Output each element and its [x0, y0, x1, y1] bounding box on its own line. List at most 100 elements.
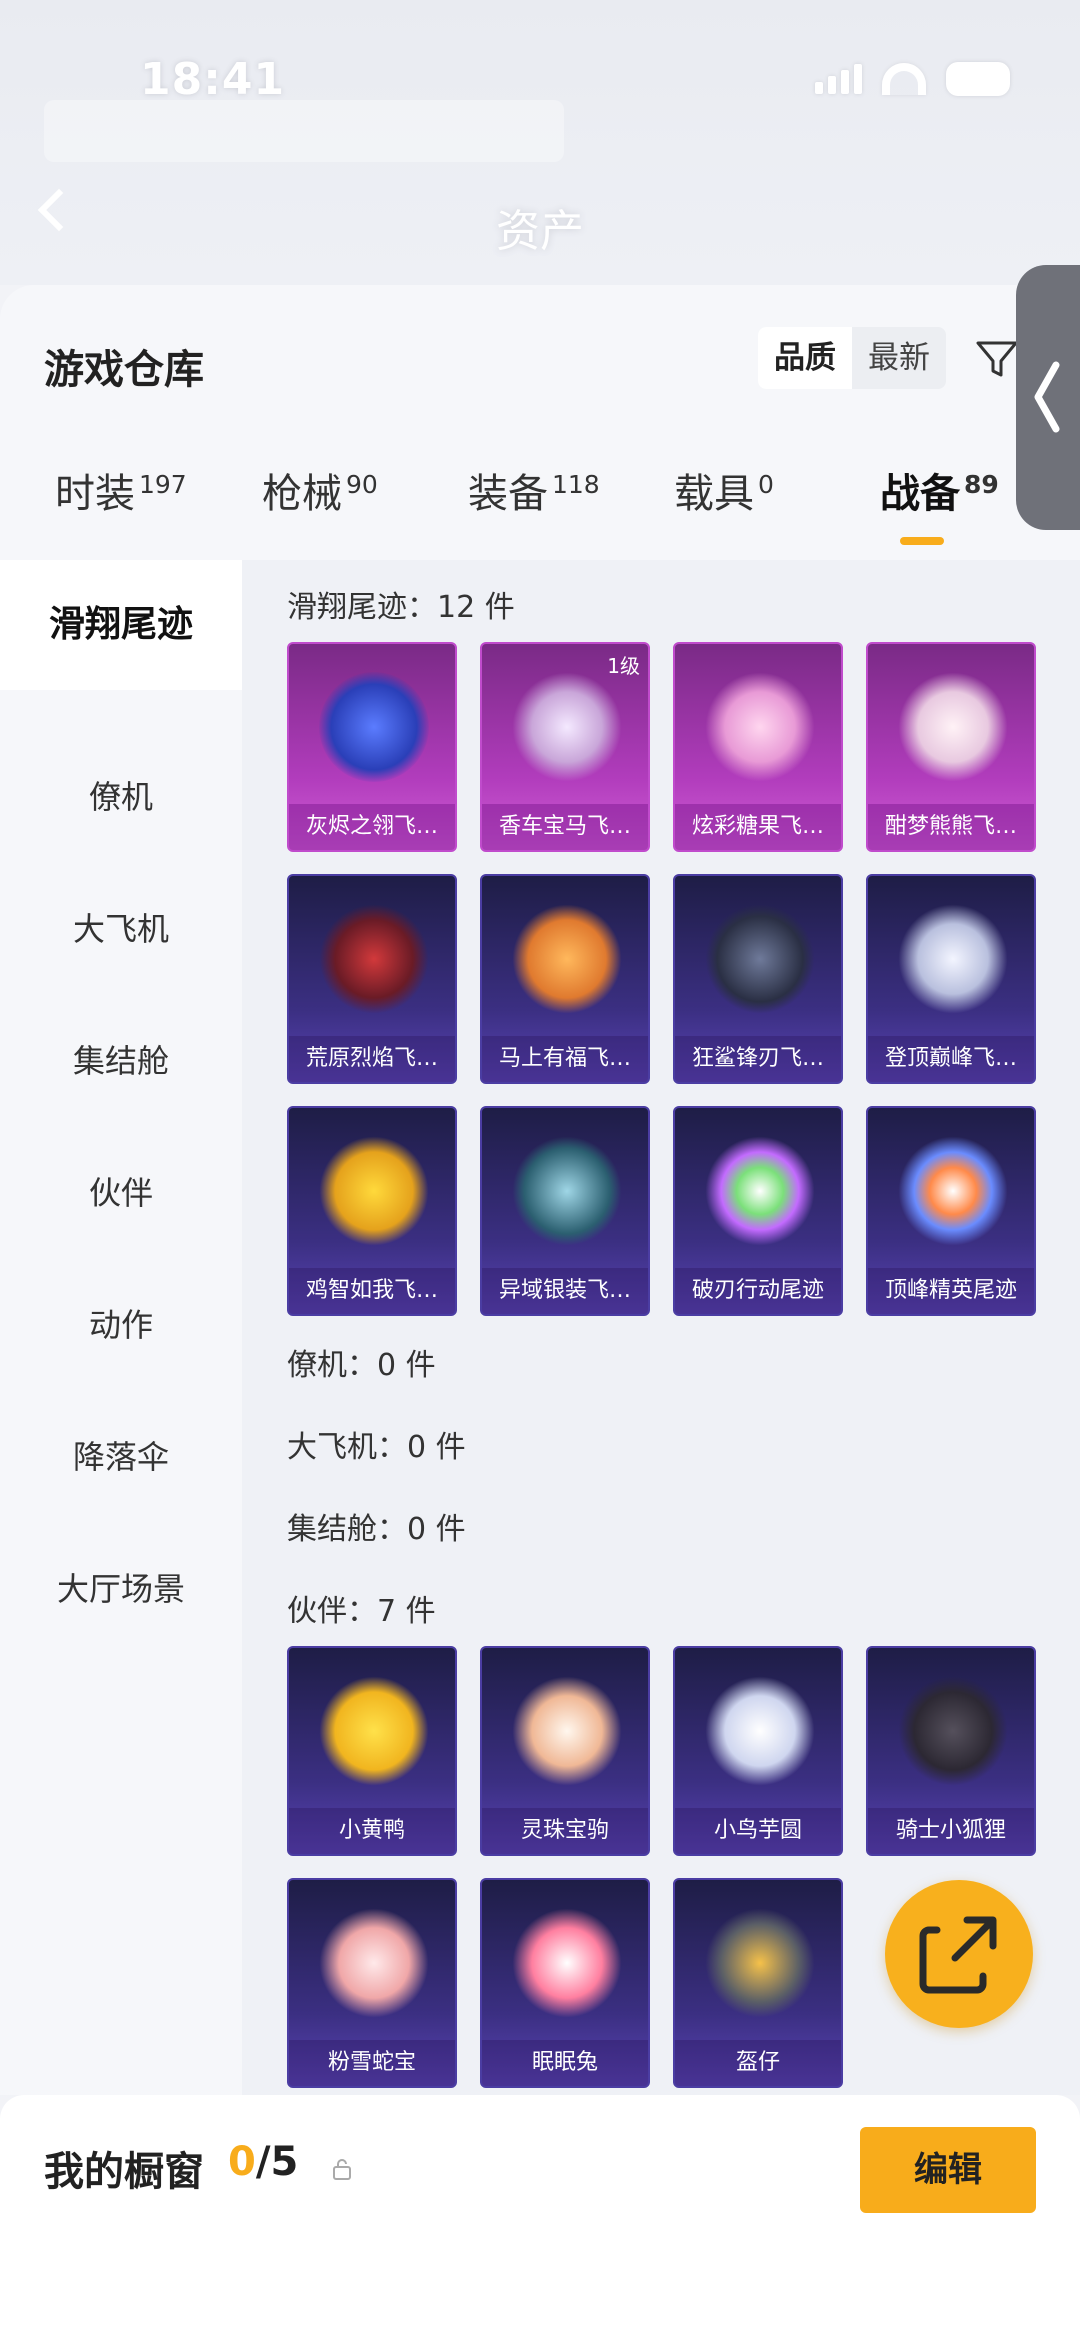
item-name: 异域银装飞…	[482, 1268, 648, 1314]
item-name: 盔仔	[675, 2040, 841, 2086]
item-name: 酣梦熊熊飞…	[868, 804, 1034, 850]
item-art	[319, 1676, 429, 1786]
section-label-glide: 滑翔尾迹：12 件	[287, 590, 515, 625]
item-name: 小鸟芋圆	[675, 1808, 841, 1854]
active-tab-indicator	[900, 537, 944, 545]
item-name: 荒原烈焰飞…	[289, 1036, 455, 1082]
sidebar-item-pod[interactable]: 集结舱	[0, 1036, 242, 1082]
item-name: 香车宝马飞…	[482, 804, 648, 850]
item-art	[512, 672, 622, 782]
tab-fashion[interactable]: 时装 197	[55, 461, 187, 519]
item-card[interactable]: 破刃行动尾迹	[673, 1106, 843, 1316]
item-card[interactable]: 灰烬之翎飞…	[287, 642, 457, 852]
showcase-count: 0/5	[228, 2139, 299, 2185]
item-name: 眠眠兔	[482, 2040, 648, 2086]
item-card[interactable]: 荒原烈焰飞…	[287, 874, 457, 1084]
item-art	[319, 904, 429, 1014]
item-name: 顶峰精英尾迹	[868, 1268, 1034, 1314]
section-label-partner: 伙伴：7 件	[287, 1594, 436, 1629]
item-name: 狂鲨锋刃飞…	[675, 1036, 841, 1082]
item-card[interactable]: 马上有福飞…	[480, 874, 650, 1084]
sort-option-latest[interactable]: 最新	[852, 327, 946, 389]
item-art	[898, 904, 1008, 1014]
warehouse-panel: 游戏仓库 品质 最新 时装 197 枪械 90 装备 118 载具 0 战备 89 滑翔尾…	[0, 285, 1080, 2095]
section-label-wingman: 僚机：0 件	[287, 1348, 436, 1383]
item-card[interactable]: 粉雪蛇宝	[287, 1878, 457, 2088]
chevron-left-icon	[1034, 361, 1060, 433]
item-card[interactable]: 狂鲨锋刃飞…	[673, 874, 843, 1084]
item-art	[705, 1136, 815, 1246]
sidebar-item-lobby-scene[interactable]: 大厅场景	[0, 1564, 242, 1610]
top-header: 18:41 资产	[0, 0, 1080, 285]
battery-icon	[946, 62, 1010, 96]
item-card[interactable]: 眠眠兔	[480, 1878, 650, 2088]
section-label-pod: 集结舱：0 件	[287, 1512, 466, 1547]
nav-title: 资产	[496, 206, 584, 257]
item-name: 灵珠宝驹	[482, 1808, 648, 1854]
item-art	[319, 1136, 429, 1246]
tab-firearms[interactable]: 枪械 90	[262, 461, 378, 519]
item-art	[512, 1136, 622, 1246]
item-art	[512, 904, 622, 1014]
wifi-icon	[882, 63, 926, 95]
item-name: 鸡智如我飞…	[289, 1268, 455, 1314]
sidebar-item-big-plane[interactable]: 大飞机	[0, 904, 242, 950]
item-name: 粉雪蛇宝	[289, 2040, 455, 2086]
category-tabs: 时装 197 枪械 90 装备 118 载具 0 战备 89	[0, 461, 1080, 541]
item-card[interactable]: 酣梦熊熊飞…	[866, 642, 1036, 852]
item-art	[512, 1676, 622, 1786]
item-card[interactable]: 1级 香车宝马飞…	[480, 642, 650, 852]
sidebar-item-emote[interactable]: 动作	[0, 1300, 242, 1346]
sort-option-quality[interactable]: 品质	[758, 327, 852, 389]
item-art	[319, 672, 429, 782]
items-content: 滑翔尾迹：12 件 灰烬之翎飞… 1级 香车宝马飞… 炫彩糖果飞… 酣梦熊熊飞……	[242, 560, 1080, 2095]
item-card[interactable]: 登顶巅峰飞…	[866, 874, 1036, 1084]
tab-battle-prep[interactable]: 战备 89	[880, 461, 999, 519]
item-name: 骑士小狐狸	[868, 1808, 1034, 1854]
sidebar-item-partner[interactable]: 伙伴	[0, 1168, 242, 1214]
item-art	[898, 1676, 1008, 1786]
item-card[interactable]: 炫彩糖果飞…	[673, 642, 843, 852]
item-name: 灰烬之翎飞…	[289, 804, 455, 850]
item-card[interactable]: 鸡智如我飞…	[287, 1106, 457, 1316]
showcase-label: 我的橱窗	[44, 2149, 204, 2195]
panel-title: 游戏仓库	[44, 347, 204, 393]
item-level-badge: 1级	[607, 654, 640, 678]
item-name: 破刃行动尾迹	[675, 1268, 841, 1314]
item-card[interactable]: 骑士小狐狸	[866, 1646, 1036, 1856]
item-art	[705, 1908, 815, 2018]
status-time: 18:41	[140, 54, 286, 105]
item-art	[319, 1908, 429, 2018]
item-card[interactable]: 小鸟芋圆	[673, 1646, 843, 1856]
filter-icon[interactable]	[975, 337, 1019, 381]
item-card[interactable]: 灵珠宝驹	[480, 1646, 650, 1856]
sidebar-item-parachute[interactable]: 降落伞	[0, 1432, 242, 1478]
item-art	[898, 1136, 1008, 1246]
item-art	[705, 904, 815, 1014]
share-fab-button[interactable]	[885, 1880, 1033, 2028]
blurred-tabbar	[44, 100, 564, 162]
section-label-big-plane: 大飞机：0 件	[287, 1430, 466, 1465]
sidebar-item-wingman[interactable]: 僚机	[0, 772, 242, 818]
edit-button[interactable]: 编辑	[860, 2127, 1036, 2213]
tab-equipment[interactable]: 装备 118	[468, 461, 600, 519]
item-name: 小黄鸭	[289, 1808, 455, 1854]
item-art	[512, 1908, 622, 2018]
item-card[interactable]: 盔仔	[673, 1878, 843, 2088]
tab-vehicles[interactable]: 载具 0	[674, 461, 774, 519]
signal-icon	[815, 64, 862, 94]
item-art	[898, 672, 1008, 782]
share-icon	[919, 1916, 997, 1994]
sidebar: 滑翔尾迹 僚机 大飞机 集结舱 伙伴 动作 降落伞 大厅场景	[0, 560, 242, 2095]
item-card[interactable]: 顶峰精英尾迹	[866, 1106, 1036, 1316]
item-name: 炫彩糖果飞…	[675, 804, 841, 850]
showcase-bar: 我的橱窗 0/5 编辑	[0, 2095, 1080, 2341]
item-art	[705, 672, 815, 782]
status-icons	[815, 62, 1010, 96]
sidebar-item-glide-trail[interactable]: 滑翔尾迹	[0, 560, 242, 690]
item-art	[705, 1676, 815, 1786]
item-card[interactable]: 小黄鸭	[287, 1646, 457, 1856]
sort-toggle: 品质 最新	[758, 327, 946, 389]
side-drawer-handle[interactable]	[1016, 265, 1080, 530]
item-card[interactable]: 异域银装飞…	[480, 1106, 650, 1316]
